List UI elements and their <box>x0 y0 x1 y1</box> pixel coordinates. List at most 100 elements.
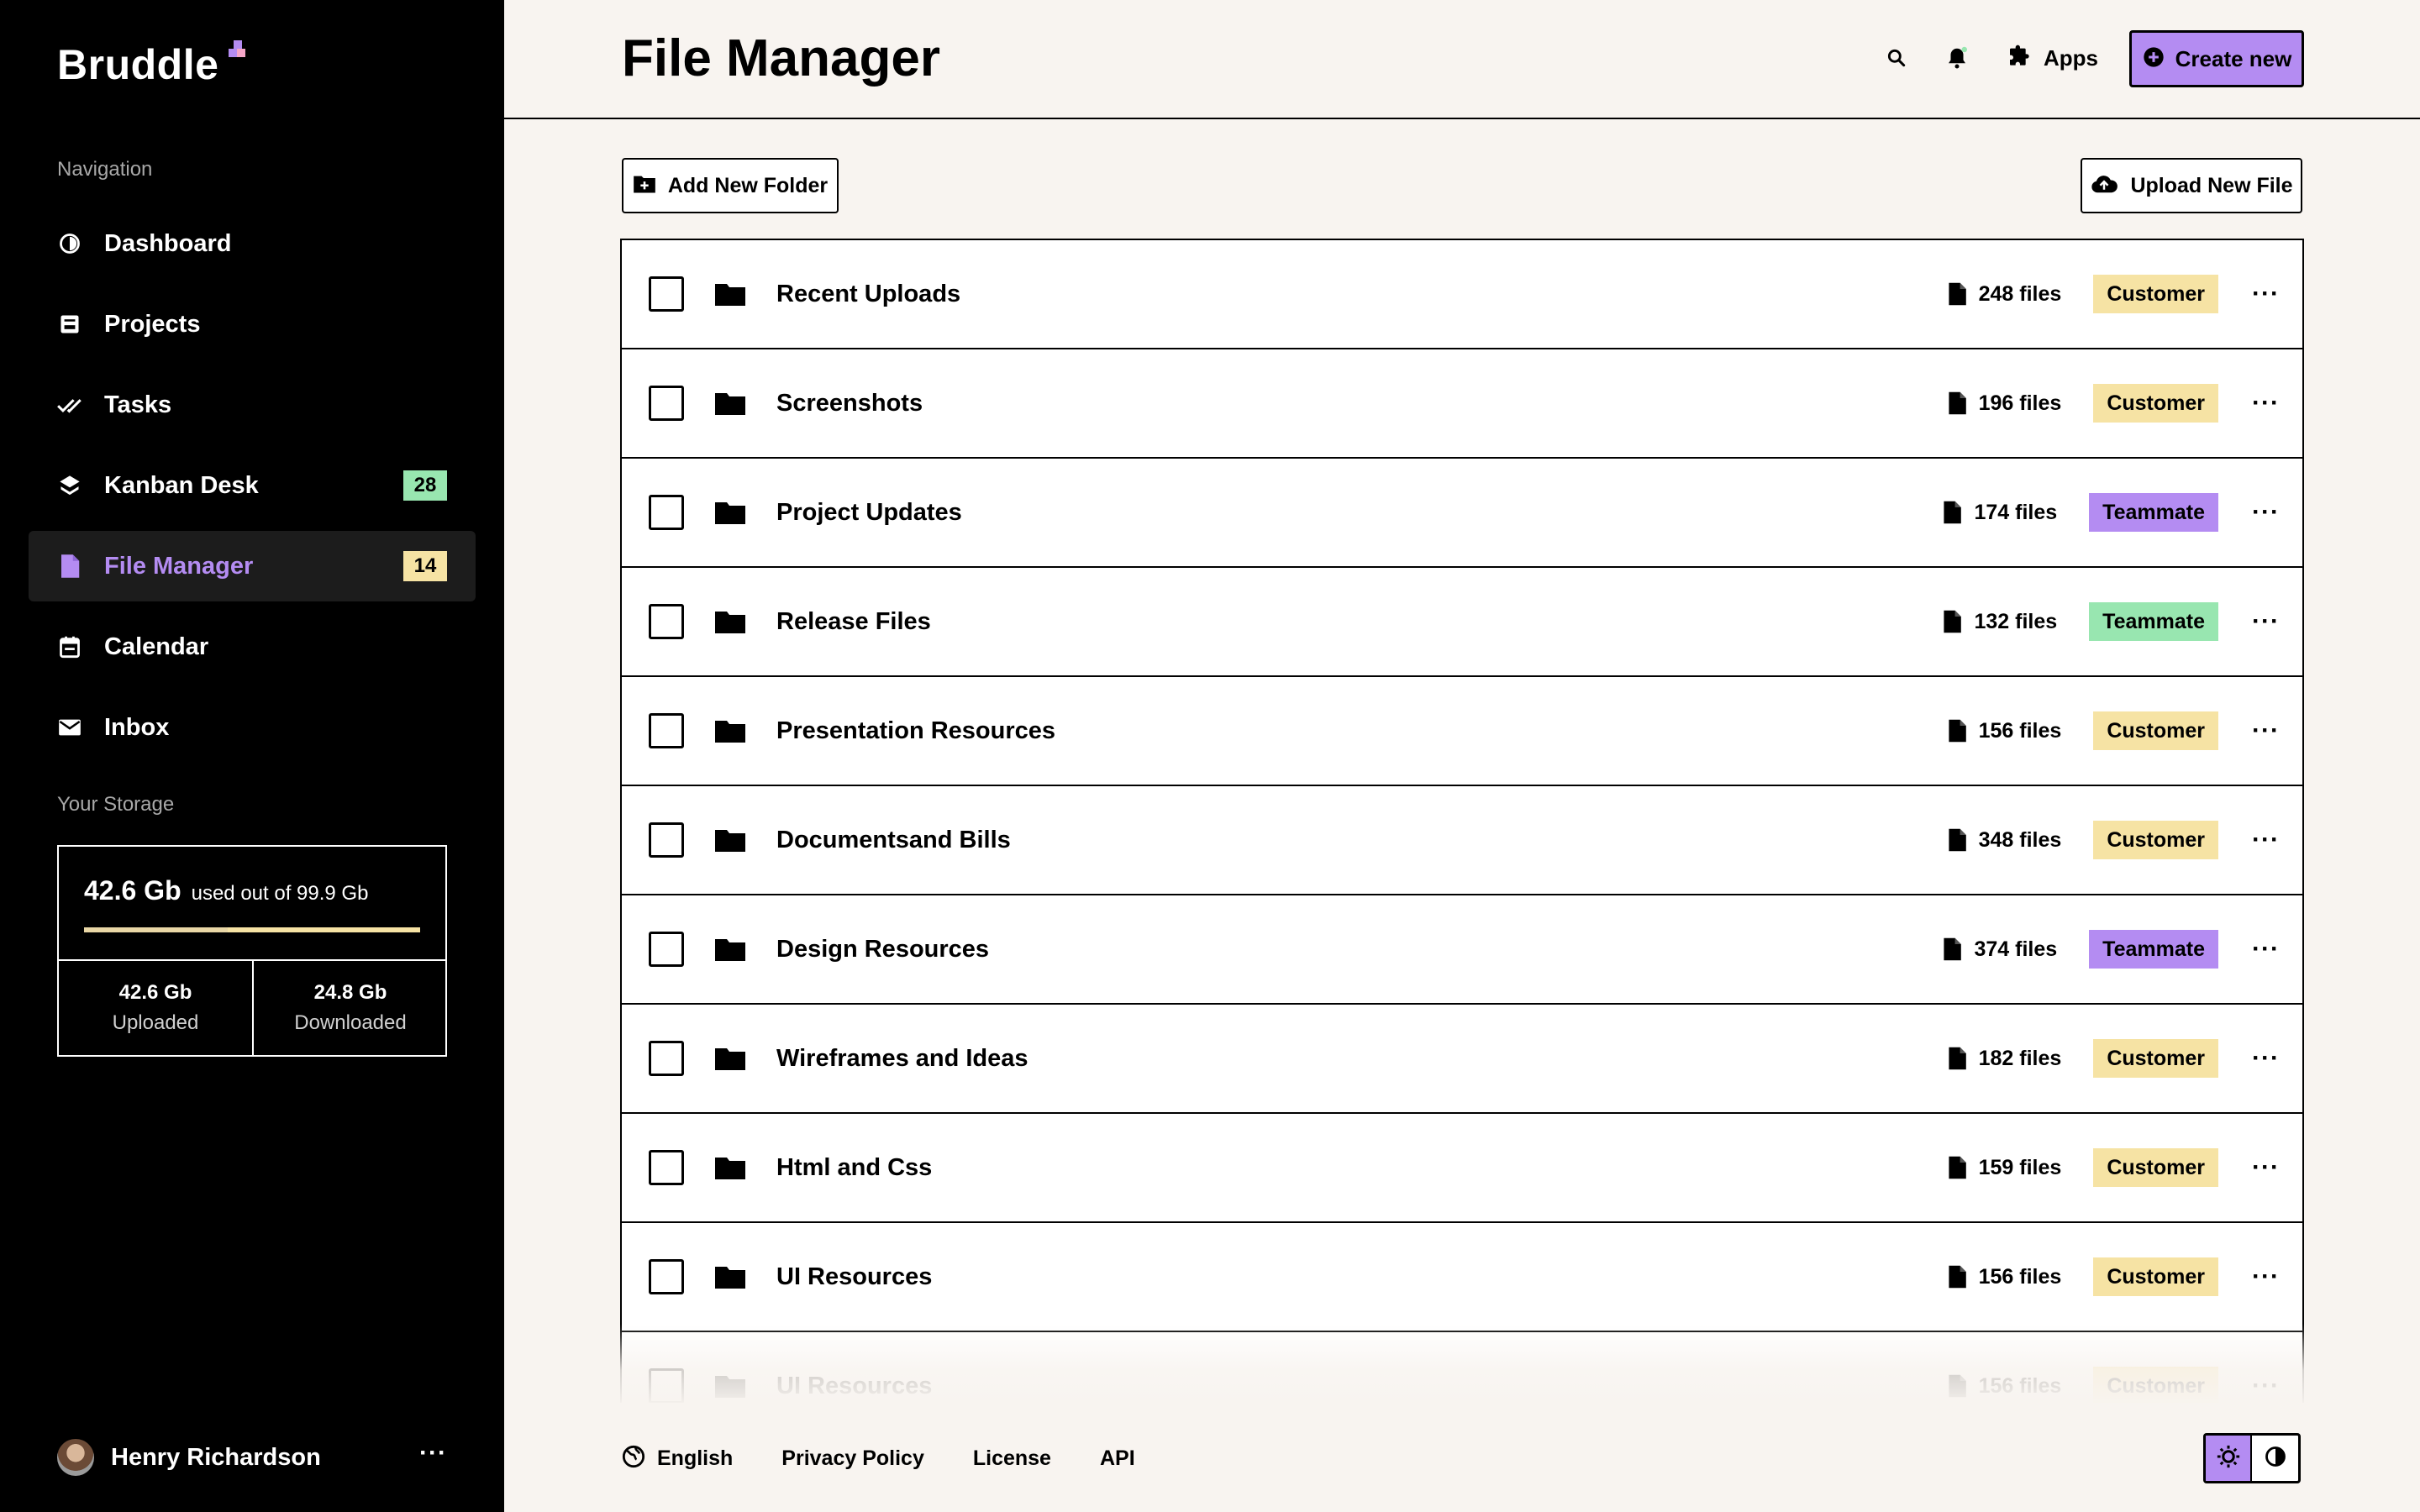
folder-name[interactable]: Html and Css <box>776 1154 932 1182</box>
light-mode-button[interactable] <box>2206 1436 2252 1481</box>
sidebar-item-calendar[interactable]: Calendar <box>29 612 476 682</box>
row-checkbox[interactable] <box>649 713 684 748</box>
folder-icon <box>714 1373 746 1399</box>
more-options-icon[interactable]: ··· <box>2252 1264 2279 1289</box>
folder-name[interactable]: Project Updates <box>776 499 962 527</box>
folder-row[interactable]: Project Updates 174 files Teammate ··· <box>622 459 2302 568</box>
storage-heading: Your Storage <box>57 793 175 816</box>
file-count: 182 files <box>1978 1046 2062 1070</box>
add-new-folder-label: Add New Folder <box>667 173 829 197</box>
dashboard-icon <box>57 231 82 256</box>
folder-row[interactable]: Release Files 132 files Teammate ··· <box>622 568 2302 677</box>
more-options-icon[interactable]: ··· <box>2252 609 2279 634</box>
upload-new-file-button[interactable]: Upload New File <box>2081 158 2302 213</box>
storage-progress-remaining <box>228 927 420 932</box>
folder-name[interactable]: UI Resources <box>776 1373 932 1400</box>
folder-name[interactable]: Release Files <box>776 608 931 636</box>
sidebar-item-kanban-desk[interactable]: Kanban Desk 28 <box>29 450 476 521</box>
row-checkbox[interactable] <box>649 276 684 312</box>
sidebar-item-label: Tasks <box>104 391 172 418</box>
storage-progress-bar <box>84 927 420 932</box>
more-options-icon[interactable]: ··· <box>2252 827 2279 853</box>
folder-icon <box>714 1155 746 1180</box>
folder-row[interactable]: Wireframes and Ideas 182 files Customer ··· <box>622 1005 2302 1114</box>
user-profile[interactable]: Henry Richardson ··· <box>57 1438 447 1477</box>
more-options-icon[interactable]: ··· <box>2252 281 2279 307</box>
folder-meta: 182 files Customer ··· <box>1947 1037 2279 1079</box>
sidebar-item-dashboard[interactable]: Dashboard <box>29 208 476 279</box>
folder-name[interactable]: Screenshots <box>776 390 923 417</box>
folder-name[interactable]: Wireframes and Ideas <box>776 1045 1028 1073</box>
uploaded-value: 42.6 Gb <box>118 981 192 1004</box>
more-options-icon[interactable]: ··· <box>2252 1155 2279 1180</box>
folder-tag: Customer <box>2093 821 2218 859</box>
privacy-policy-link[interactable]: Privacy Policy <box>781 1446 924 1471</box>
dark-mode-button[interactable] <box>2252 1436 2298 1481</box>
folder-row[interactable]: Html and Css 159 files Customer ··· <box>622 1114 2302 1223</box>
folder-row[interactable]: UI Resources 156 files Customer ··· <box>622 1223 2302 1332</box>
row-checkbox[interactable] <box>649 604 684 639</box>
search-icon[interactable] <box>1882 44 1911 72</box>
more-options-icon[interactable]: ··· <box>2252 1046 2279 1071</box>
folder-name[interactable]: Design Resources <box>776 936 989 963</box>
file-count: 374 files <box>1974 937 2058 961</box>
folder-row[interactable]: UI Resources 156 files Customer ··· <box>622 1332 2302 1403</box>
row-checkbox[interactable] <box>649 1259 684 1294</box>
sidebar-item-tasks[interactable]: Tasks <box>29 370 476 440</box>
puzzle-icon <box>2007 43 2033 74</box>
api-link[interactable]: API <box>1100 1446 1135 1471</box>
more-options-icon[interactable]: ··· <box>2252 1373 2279 1399</box>
file-count: 174 files <box>1974 500 2058 524</box>
more-options-icon[interactable]: ··· <box>2252 391 2279 416</box>
row-checkbox[interactable] <box>649 822 684 858</box>
page-title: File Manager <box>622 29 940 87</box>
folder-row[interactable]: Recent Uploads 248 files Customer ··· <box>622 240 2302 349</box>
file-icon <box>1947 1046 1967 1071</box>
kanban-count-badge: 28 <box>403 470 447 501</box>
row-checkbox[interactable] <box>649 495 684 530</box>
more-options-icon[interactable]: ··· <box>2252 937 2279 962</box>
folder-name[interactable]: UI Resources <box>776 1263 932 1291</box>
file-icon <box>1942 500 1962 525</box>
language-label: English <box>657 1446 734 1470</box>
row-checkbox[interactable] <box>649 932 684 967</box>
folder-row[interactable]: Screenshots 196 files Customer ··· <box>622 349 2302 459</box>
sidebar-item-projects[interactable]: Projects <box>29 289 476 360</box>
language-selector[interactable]: English <box>622 1445 733 1473</box>
sidebar-item-file-manager[interactable]: File Manager 14 <box>29 531 476 601</box>
user-more-icon[interactable]: ··· <box>419 1441 447 1466</box>
file-count: 248 files <box>1978 281 2062 306</box>
more-options-icon[interactable]: ··· <box>2252 500 2279 525</box>
cloud-upload-icon <box>2090 174 2118 198</box>
folder-row[interactable]: Presentation Resources 156 files Customer ·… <box>622 677 2302 786</box>
license-link[interactable]: License <box>973 1446 1051 1471</box>
folder-name[interactable]: Documentsand Bills <box>776 827 1011 854</box>
theme-toggle[interactable] <box>2203 1433 2301 1483</box>
logo[interactable]: Bruddle <box>57 40 218 89</box>
row-checkbox[interactable] <box>649 386 684 421</box>
file-count: 132 files <box>1974 609 2058 633</box>
file-icon <box>1947 1155 1967 1180</box>
folder-tag: Customer <box>2093 384 2218 423</box>
create-new-button[interactable]: Create new <box>2129 30 2304 87</box>
folder-icon <box>714 1264 746 1289</box>
folder-row[interactable]: Design Resources 374 files Teammate ··· <box>622 895 2302 1005</box>
mail-icon <box>57 715 82 740</box>
apps-button[interactable]: Apps <box>2007 40 2098 76</box>
more-options-icon[interactable]: ··· <box>2252 718 2279 743</box>
row-checkbox[interactable] <box>649 1150 684 1185</box>
folder-meta: 159 files Customer ··· <box>1947 1147 2279 1189</box>
uploaded-label: Uploaded <box>112 1011 199 1034</box>
row-checkbox[interactable] <box>649 1041 684 1076</box>
folder-meta: 156 files Customer ··· <box>1947 1365 2279 1403</box>
folder-name[interactable]: Presentation Resources <box>776 717 1055 745</box>
top-header: File Manager Apps Create new <box>504 0 2420 119</box>
folder-name[interactable]: Recent Uploads <box>776 281 960 308</box>
folder-icon <box>714 827 746 853</box>
add-new-folder-button[interactable]: Add New Folder <box>622 158 839 213</box>
sidebar-item-inbox[interactable]: Inbox <box>29 692 476 763</box>
folder-row[interactable]: Documentsand Bills 348 files Customer ··· <box>622 786 2302 895</box>
folder-tag: Customer <box>2093 1367 2218 1403</box>
notification-bell-icon[interactable] <box>1943 44 1971 72</box>
row-checkbox[interactable] <box>649 1368 684 1403</box>
